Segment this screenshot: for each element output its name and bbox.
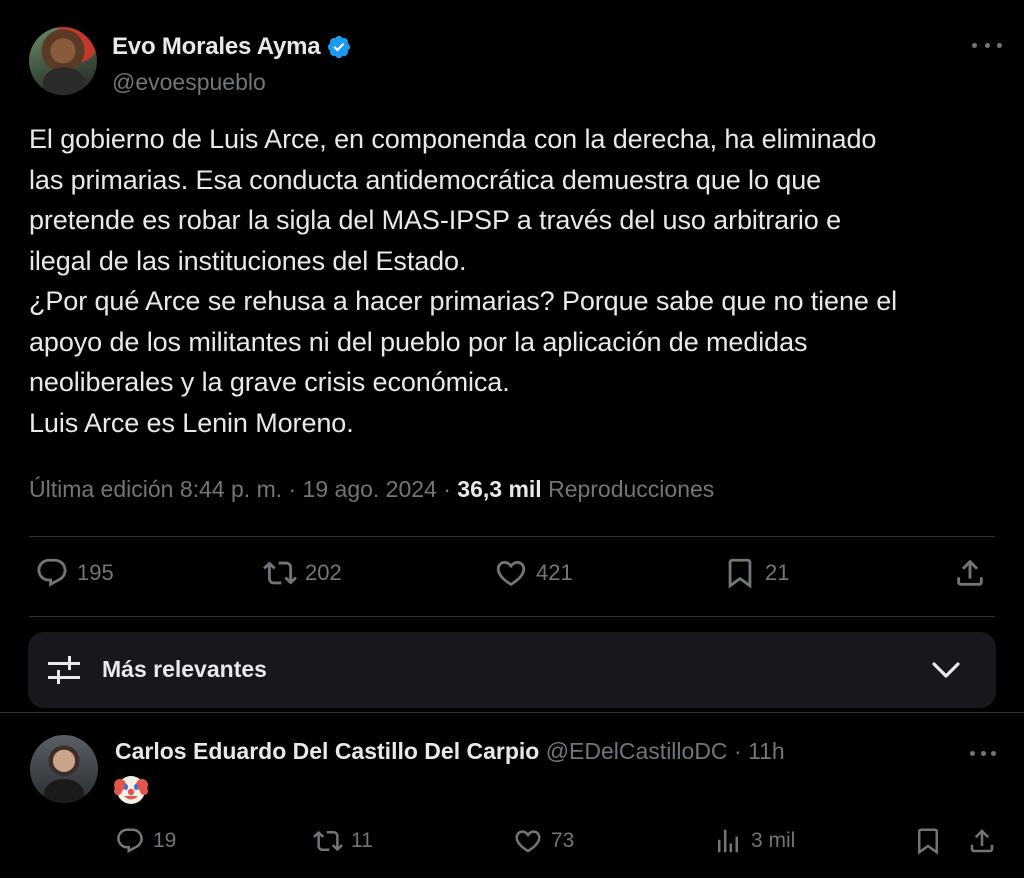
verified-badge-icon: [328, 35, 351, 59]
views-count: 36,3 mil: [457, 476, 542, 502]
clown-face-icon: [114, 776, 148, 804]
reply-share-button[interactable]: [967, 826, 997, 856]
reply-like-count: 73: [551, 829, 575, 852]
author-display-name[interactable]: Evo Morales Ayma: [112, 33, 321, 61]
tweet-meta: Última edición 8:44 p. m. · 19 ago. 2024…: [29, 476, 714, 503]
reply-author-avatar[interactable]: [30, 735, 98, 803]
repost-icon: [263, 561, 297, 585]
repost-icon: [313, 830, 343, 852]
filter-sliders-icon: [48, 656, 80, 684]
reply-like-button[interactable]: 73: [513, 826, 574, 856]
tweet-detail-page: Evo Morales Ayma @evoespueblo El gobiern…: [0, 0, 1024, 878]
bookmark-count: 21: [765, 560, 790, 585]
reply-sort-dropdown[interactable]: Más relevantes: [28, 632, 996, 708]
reply-reply-count: 19: [153, 829, 177, 852]
reply-author-name[interactable]: Carlos Eduardo Del Castillo Del Carpio: [115, 738, 539, 764]
views-icon: [718, 829, 738, 853]
reply-author-handle[interactable]: @EDelCastilloDC: [546, 738, 728, 764]
like-count: 421: [536, 560, 573, 585]
reply-header: Carlos Eduardo Del Castillo Del Carpio @…: [115, 738, 785, 765]
tweet-actions: 195 202 421 21: [29, 556, 995, 600]
more-icon[interactable]: [970, 746, 996, 760]
reply-icon: [37, 558, 67, 587]
author-handle[interactable]: @evoespueblo: [112, 69, 266, 96]
bookmark-icon: [728, 558, 752, 589]
author-name-row: Evo Morales Ayma: [112, 33, 352, 61]
author-avatar[interactable]: [29, 27, 97, 95]
reply-repost-count: 11: [351, 829, 373, 852]
reply-separator: ·: [733, 738, 742, 764]
tweet-text: El gobierno de Luis Arce, en componenda …: [29, 124, 898, 438]
repost-count: 202: [305, 560, 342, 585]
reply-button[interactable]: 195: [35, 556, 114, 590]
reply-repost-button[interactable]: 11: [313, 826, 373, 856]
reply-timestamp[interactable]: 11h: [748, 738, 785, 764]
reply-views-button[interactable]: 3 mil: [713, 826, 795, 856]
like-button[interactable]: 421: [494, 556, 573, 590]
reply-reply-button[interactable]: 19: [115, 826, 176, 856]
share-button[interactable]: [953, 556, 987, 590]
divider: [0, 712, 1024, 713]
like-icon: [496, 560, 526, 586]
repost-button[interactable]: 202: [263, 556, 342, 590]
reply-actions: 19 11 73 3 mil: [115, 826, 1004, 862]
share-icon: [957, 559, 983, 586]
reply-bookmark-button[interactable]: [913, 826, 943, 856]
divider: [29, 536, 995, 537]
divider: [29, 616, 995, 617]
reply-icon: [117, 828, 143, 854]
tweet-header: Evo Morales Ayma @evoespueblo: [29, 27, 1004, 97]
share-icon: [970, 829, 994, 853]
tweet-timestamp[interactable]: Última edición 8:44 p. m. · 19 ago. 2024…: [29, 476, 457, 502]
more-icon[interactable]: [972, 37, 1002, 53]
chevron-down-icon: [932, 662, 960, 678]
bookmark-button[interactable]: 21: [723, 556, 789, 590]
like-icon: [515, 830, 541, 853]
sort-label: Más relevantes: [102, 656, 267, 682]
reply-count: 195: [77, 560, 114, 585]
bookmark-icon: [918, 828, 938, 855]
views-label: Reproducciones: [541, 476, 715, 502]
reply-views-count: 3 mil: [751, 829, 796, 852]
